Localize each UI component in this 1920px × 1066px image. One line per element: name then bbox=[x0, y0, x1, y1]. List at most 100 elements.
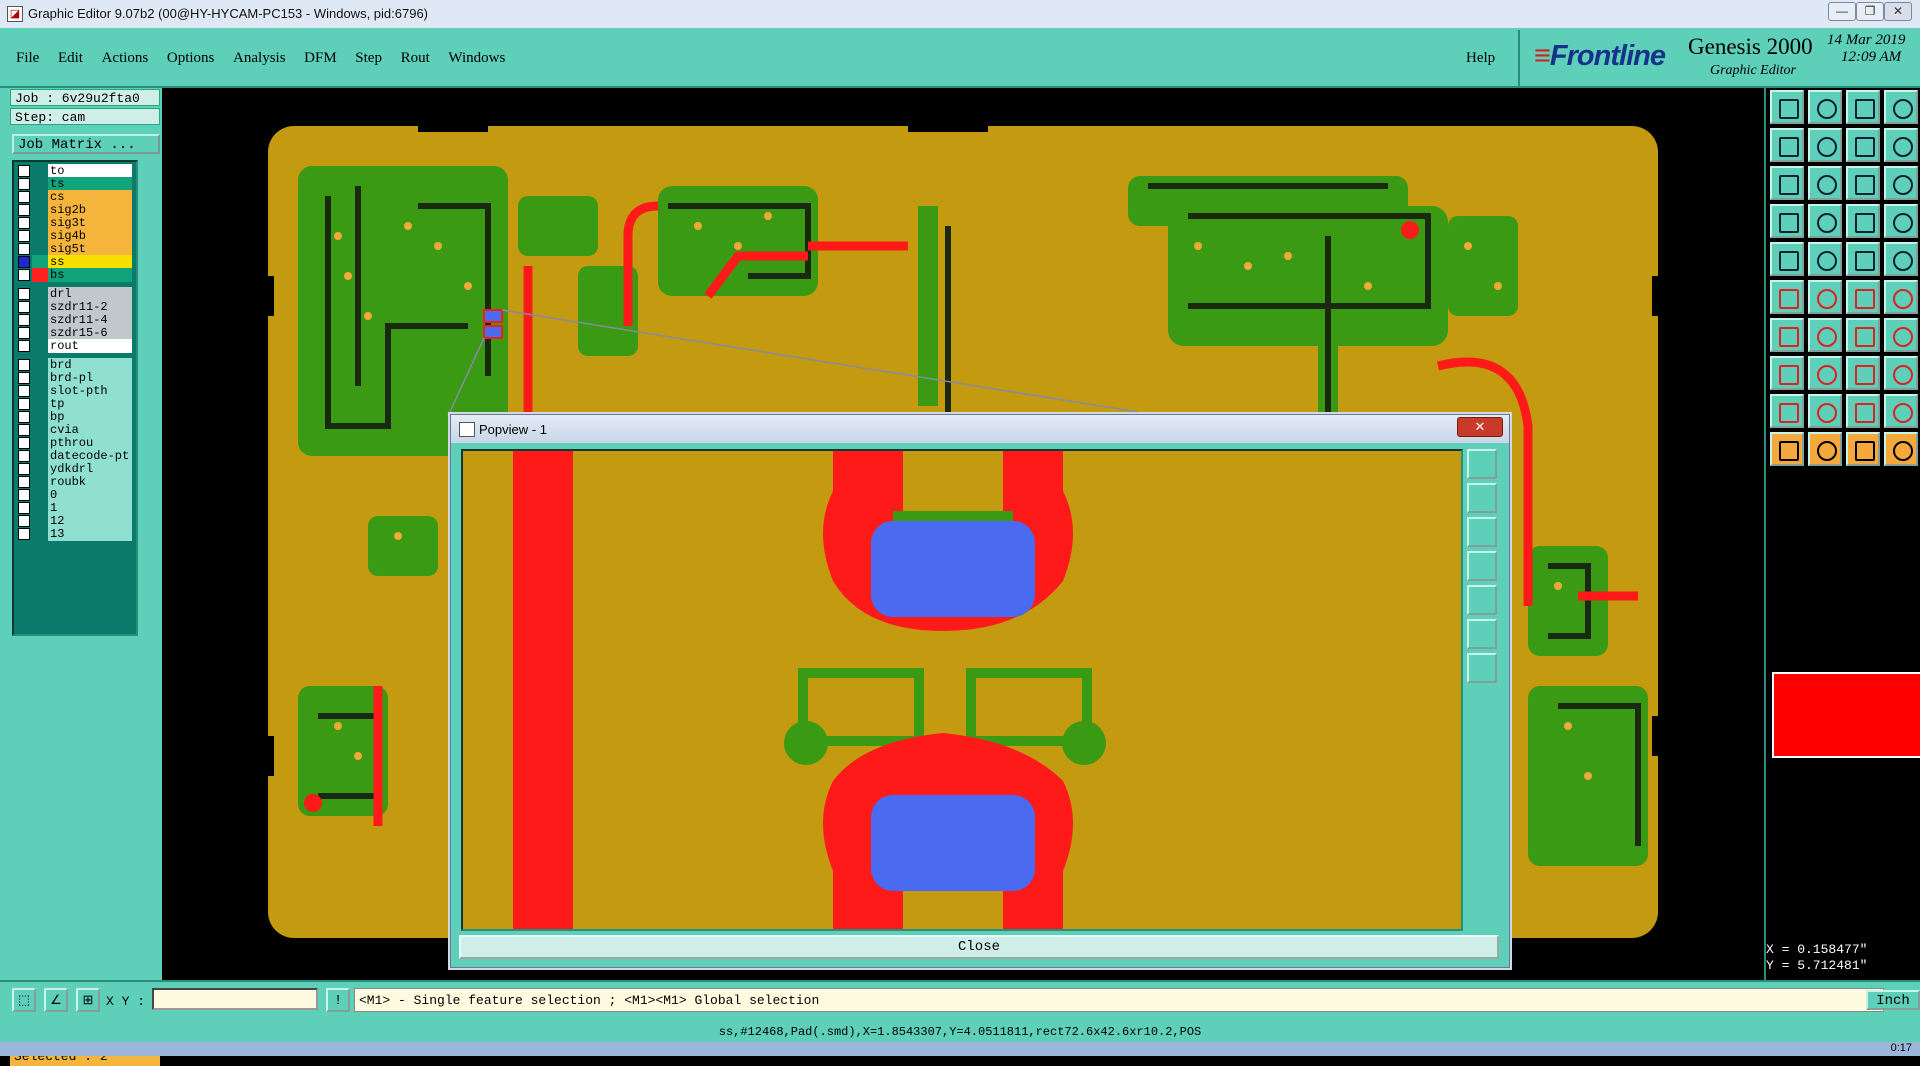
tool-open-icon[interactable] bbox=[1846, 90, 1880, 124]
layer-row[interactable]: rout bbox=[16, 339, 132, 353]
popview-tool-fit-icon[interactable] bbox=[1467, 449, 1497, 479]
layer-row[interactable]: ss bbox=[16, 255, 132, 269]
popview-canvas[interactable] bbox=[461, 449, 1463, 931]
tool-prev-icon[interactable] bbox=[1770, 128, 1804, 162]
layer-checkbox[interactable] bbox=[18, 450, 30, 462]
layer-row[interactable]: sig3t bbox=[16, 216, 132, 230]
tool-layout-icon[interactable] bbox=[1884, 90, 1918, 124]
popview-tool-down-icon[interactable] bbox=[1467, 517, 1497, 547]
layer-checkbox[interactable] bbox=[18, 385, 30, 397]
layer-name[interactable]: brd bbox=[48, 358, 132, 372]
layer-name[interactable]: roubk bbox=[48, 475, 132, 489]
layer-name[interactable]: ydkdrl bbox=[48, 462, 132, 476]
tool-copper-icon[interactable] bbox=[1884, 318, 1918, 352]
job-matrix-button[interactable]: Job Matrix ... bbox=[12, 134, 160, 154]
tool-rect-icon[interactable] bbox=[1808, 242, 1842, 276]
layer-name[interactable]: bp bbox=[48, 410, 132, 424]
layer-row[interactable]: pthrou bbox=[16, 436, 132, 450]
tool-diag-icon[interactable] bbox=[1808, 318, 1842, 352]
tool-hand-icon[interactable] bbox=[1770, 204, 1804, 238]
layer-checkbox[interactable] bbox=[18, 476, 30, 488]
layer-name[interactable]: szdr11-2 bbox=[48, 300, 132, 314]
layer-name[interactable]: 12 bbox=[48, 514, 132, 528]
menu-analysis[interactable]: Analysis bbox=[233, 50, 286, 67]
layer-name[interactable]: to bbox=[48, 164, 132, 178]
layer-checkbox[interactable] bbox=[18, 256, 30, 268]
tool-triangle3-icon[interactable] bbox=[1846, 394, 1880, 428]
tool-save-icon[interactable] bbox=[1808, 90, 1842, 124]
layer-name[interactable]: ts bbox=[48, 177, 132, 191]
maximize-button[interactable]: ❐ bbox=[1856, 2, 1884, 21]
popview-tool-zoom-out-icon[interactable] bbox=[1467, 619, 1497, 649]
layer-checkbox[interactable] bbox=[18, 327, 30, 339]
tool-minus-icon[interactable] bbox=[1808, 356, 1842, 390]
layer-row[interactable]: ydkdrl bbox=[16, 462, 132, 476]
layer-row[interactable]: bp bbox=[16, 410, 132, 424]
tool-curve-icon[interactable] bbox=[1846, 318, 1880, 352]
close-window-button[interactable]: ✕ bbox=[1884, 2, 1912, 21]
layer-checkbox[interactable] bbox=[18, 269, 30, 281]
layer-row[interactable]: bs bbox=[16, 268, 132, 282]
layer-checkbox[interactable] bbox=[18, 411, 30, 423]
alert-icon[interactable]: ! bbox=[326, 988, 350, 1012]
layer-checkbox[interactable] bbox=[18, 230, 30, 242]
layer-name[interactable]: 13 bbox=[48, 527, 132, 541]
tool-frame-icon[interactable] bbox=[1884, 356, 1918, 390]
menu-step[interactable]: Step bbox=[355, 50, 382, 67]
menu-options[interactable]: Options bbox=[167, 50, 215, 67]
layer-checkbox[interactable] bbox=[18, 359, 30, 371]
layer-row[interactable]: roubk bbox=[16, 475, 132, 489]
layer-name[interactable]: sig5t bbox=[48, 242, 132, 256]
layer-name[interactable]: sig3t bbox=[48, 216, 132, 230]
tool-pointer3-icon[interactable] bbox=[1846, 432, 1880, 466]
menu-file[interactable]: File bbox=[16, 50, 39, 67]
layer-row[interactable]: sig4b bbox=[16, 229, 132, 243]
tool-angle-icon[interactable] bbox=[1770, 318, 1804, 352]
layer-checkbox[interactable] bbox=[18, 515, 30, 527]
tool-arc-icon[interactable] bbox=[1884, 280, 1918, 314]
tool-triangle-icon[interactable] bbox=[1770, 394, 1804, 428]
layer-checkbox[interactable] bbox=[18, 288, 30, 300]
layer-row[interactable]: szdr11-4 bbox=[16, 313, 132, 327]
layer-checkbox[interactable] bbox=[18, 204, 30, 216]
layer-name[interactable]: sig2b bbox=[48, 203, 132, 217]
layer-checkbox[interactable] bbox=[18, 178, 30, 190]
tool-pointer4-icon[interactable] bbox=[1884, 432, 1918, 466]
layer-checkbox[interactable] bbox=[18, 340, 30, 352]
tool-one-to-one-icon[interactable] bbox=[1846, 166, 1880, 200]
tool-pointer2-icon[interactable] bbox=[1808, 432, 1842, 466]
tool-redo-icon[interactable] bbox=[1884, 128, 1918, 162]
popview-tool-up-icon[interactable] bbox=[1467, 483, 1497, 513]
tool-circle-icon[interactable] bbox=[1884, 242, 1918, 276]
layer-checkbox[interactable] bbox=[18, 489, 30, 501]
xy-input[interactable] bbox=[152, 988, 318, 1010]
menu-windows[interactable]: Windows bbox=[448, 50, 505, 67]
tool-route-icon[interactable] bbox=[1846, 204, 1880, 238]
tool-pad-icon[interactable] bbox=[1770, 242, 1804, 276]
minimize-button[interactable]: — bbox=[1828, 2, 1856, 21]
layer-name[interactable]: bs bbox=[48, 268, 132, 282]
menu-rout[interactable]: Rout bbox=[401, 50, 430, 67]
layer-name[interactable]: slot-pth bbox=[48, 384, 132, 398]
layer-name[interactable]: rout bbox=[48, 339, 132, 353]
tool-width-icon[interactable] bbox=[1846, 356, 1880, 390]
layer-checkbox[interactable] bbox=[18, 502, 30, 514]
layer-checkbox[interactable] bbox=[18, 301, 30, 313]
layer-checkbox[interactable] bbox=[18, 165, 30, 177]
tool-next-icon[interactable] bbox=[1808, 128, 1842, 162]
layer-name[interactable]: szdr11-4 bbox=[48, 313, 132, 327]
layer-name[interactable]: ss bbox=[48, 255, 132, 269]
layer-checkbox[interactable] bbox=[18, 424, 30, 436]
select-tool-icon[interactable]: ⬚ bbox=[12, 988, 36, 1012]
tool-triangle2-icon[interactable] bbox=[1808, 394, 1842, 428]
popview-close-button[interactable]: Close bbox=[459, 935, 1499, 959]
layer-row[interactable]: 13 bbox=[16, 527, 132, 541]
layer-row[interactable]: ts bbox=[16, 177, 132, 191]
layer-checkbox[interactable] bbox=[18, 217, 30, 229]
layer-color-swatch[interactable] bbox=[32, 268, 48, 282]
layer-row[interactable]: 1 bbox=[16, 501, 132, 515]
menu-help[interactable]: Help bbox=[1466, 50, 1495, 67]
menu-dfm[interactable]: DFM bbox=[304, 50, 337, 67]
layer-row[interactable]: datecode-pt bbox=[16, 449, 132, 463]
layer-name[interactable]: szdr15-6 bbox=[48, 326, 132, 340]
